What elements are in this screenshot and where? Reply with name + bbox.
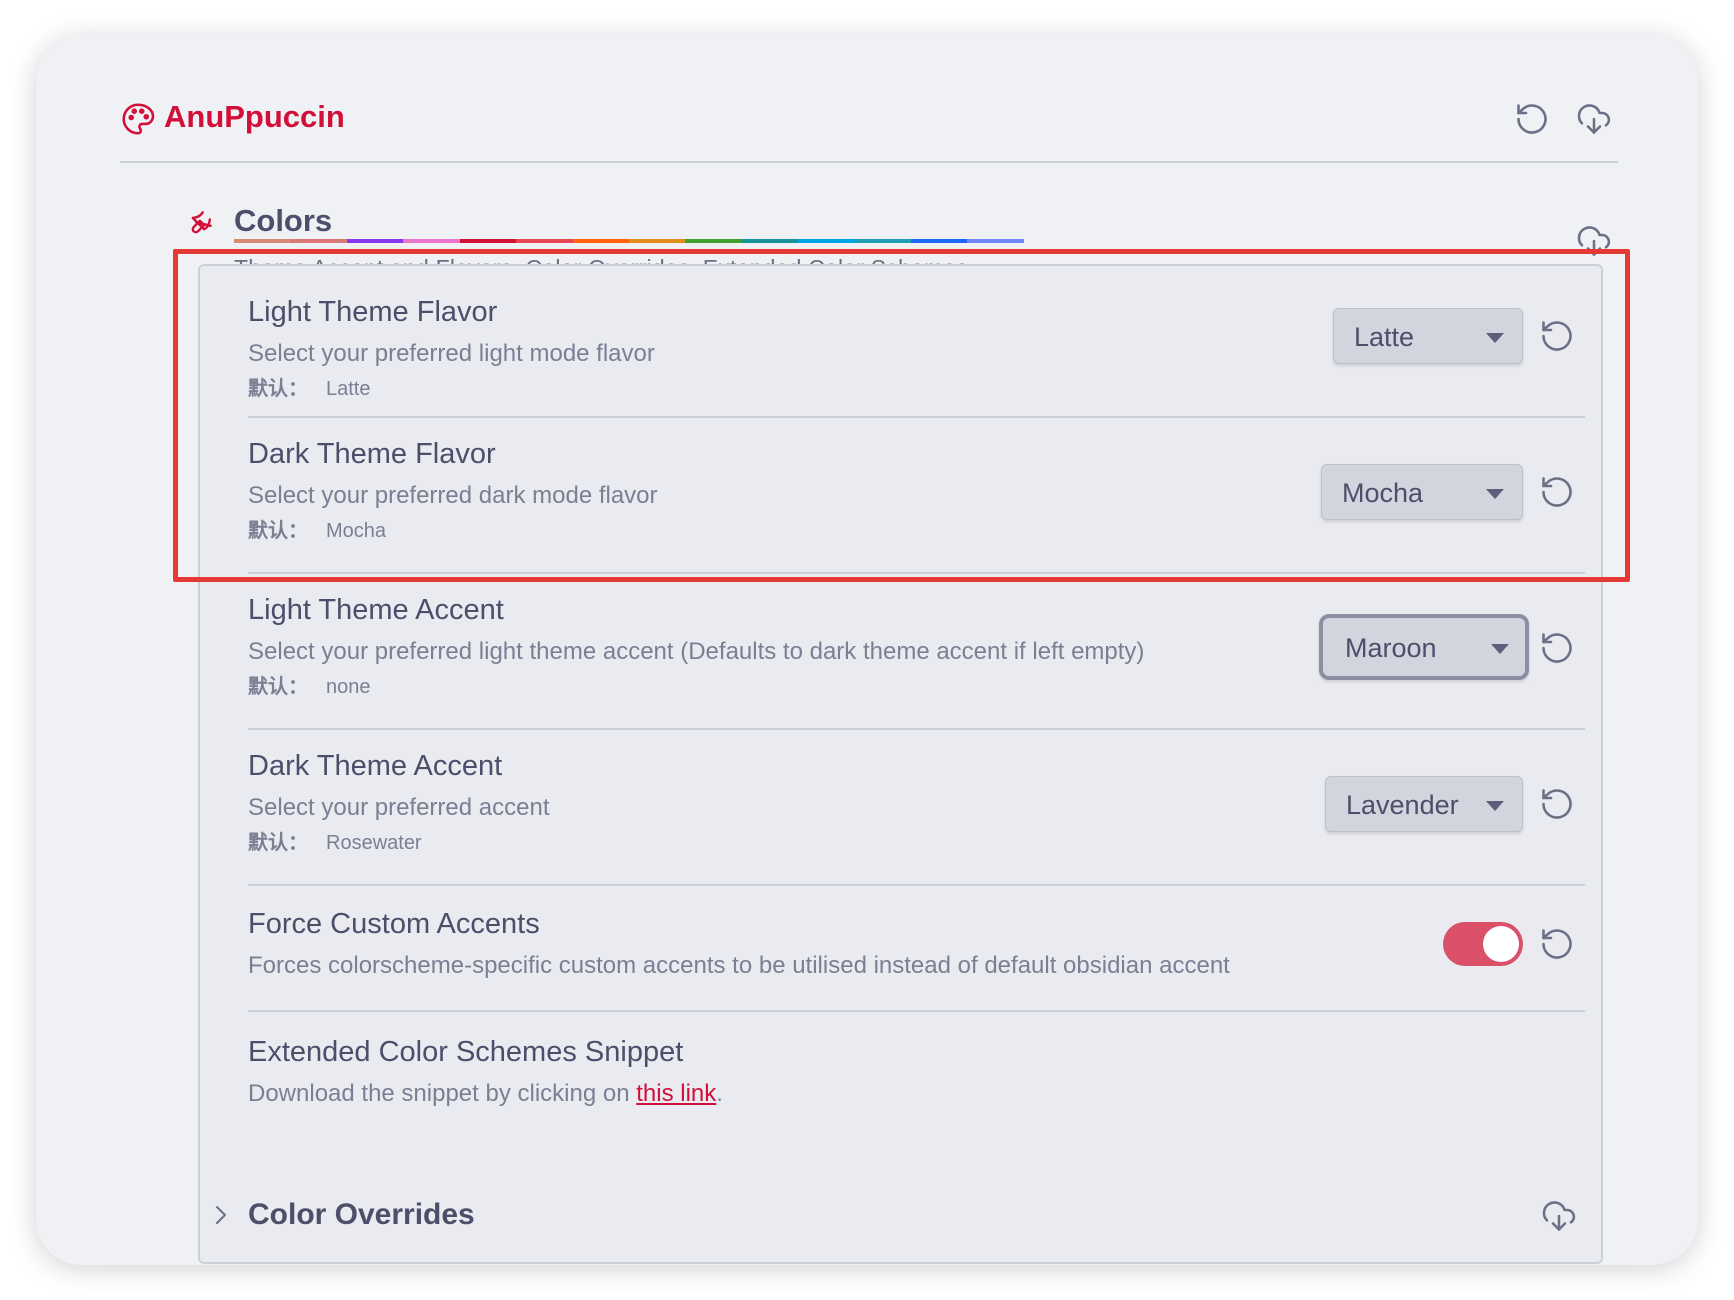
reset-icon[interactable] [1539, 926, 1575, 962]
caret-down-icon [1491, 644, 1509, 654]
rainbow-segment [911, 239, 968, 243]
setting-light-theme-accent: Light Theme Accent Select your preferred… [248, 572, 1585, 730]
rainbow-segment [403, 239, 460, 243]
default-label: 默认： [248, 676, 308, 698]
annotation-highlight-box [173, 249, 1630, 582]
rainbow-underline [234, 239, 1024, 243]
color-overrides-group[interactable]: Color Overrides [200, 1186, 1601, 1246]
app-header: AnuPpuccin [120, 65, 1618, 163]
reset-icon[interactable] [1539, 630, 1575, 666]
setting-description: Forces colorscheme-specific custom accen… [248, 952, 1230, 979]
rainbow-segment [967, 239, 1024, 243]
default-label: 默认： [248, 832, 308, 854]
rainbow-segment [741, 239, 799, 243]
dark-accent-select[interactable]: Lavender [1325, 776, 1523, 832]
rainbow-segment [798, 239, 855, 243]
toggle-knob [1483, 926, 1519, 962]
setting-description: Download the snippet by clicking on this… [248, 1080, 723, 1108]
rainbow-segment [346, 239, 404, 243]
setting-name: Light Theme Accent [248, 594, 504, 626]
light-accent-select[interactable]: Maroon [1319, 614, 1529, 680]
plugin-settings-window: AnuPpuccin Colors Theme Accent and Flavo… [36, 35, 1698, 1265]
paintbrush-icon [190, 201, 224, 235]
setting-description: Select your preferred light theme accent… [248, 638, 1145, 665]
setting-force-custom-accents: Force Custom Accents Forces colorscheme-… [248, 884, 1585, 1012]
setting-name: Extended Color Schemes Snippet [248, 1036, 684, 1068]
setting-extended-color-schemes: Extended Color Schemes Snippet Download … [248, 1010, 1585, 1130]
rainbow-segment [685, 239, 742, 243]
setting-name: Force Custom Accents [248, 908, 540, 940]
reset-icon[interactable] [1539, 786, 1575, 822]
reset-all-icon[interactable] [1514, 101, 1550, 137]
select-value: Maroon [1345, 633, 1437, 663]
color-overrides-title: Color Overrides [248, 1198, 475, 1231]
caret-down-icon [1486, 801, 1504, 811]
setting-default: 默认： none [248, 670, 371, 699]
rainbow-segment [459, 239, 517, 243]
rainbow-segment [628, 239, 686, 243]
setting-dark-theme-accent: Dark Theme Accent Select your preferred … [248, 728, 1585, 886]
palette-icon [120, 101, 156, 137]
setting-description: Select your preferred accent [248, 794, 550, 821]
desc-suffix: . [716, 1080, 723, 1107]
cloud-download-icon[interactable] [1541, 1198, 1577, 1234]
rainbow-segment [854, 239, 912, 243]
setting-name: Dark Theme Accent [248, 750, 503, 782]
force-accents-toggle[interactable] [1443, 922, 1523, 966]
setting-default: 默认： Rosewater [248, 826, 422, 855]
cloud-download-icon[interactable] [1576, 101, 1612, 137]
rainbow-segment [572, 239, 629, 243]
app-title: AnuPpuccin [164, 99, 345, 134]
select-value: Lavender [1346, 790, 1459, 820]
default-value: Rosewater [326, 832, 422, 854]
rainbow-segment [516, 239, 573, 243]
rainbow-segment [290, 239, 347, 243]
section-title: Colors [234, 203, 333, 238]
default-value: none [326, 676, 371, 698]
snippet-link[interactable]: this link [636, 1080, 716, 1107]
chevron-right-icon[interactable] [214, 1204, 228, 1232]
desc-prefix: Download the snippet by clicking on [248, 1080, 637, 1107]
rainbow-segment [234, 239, 291, 243]
